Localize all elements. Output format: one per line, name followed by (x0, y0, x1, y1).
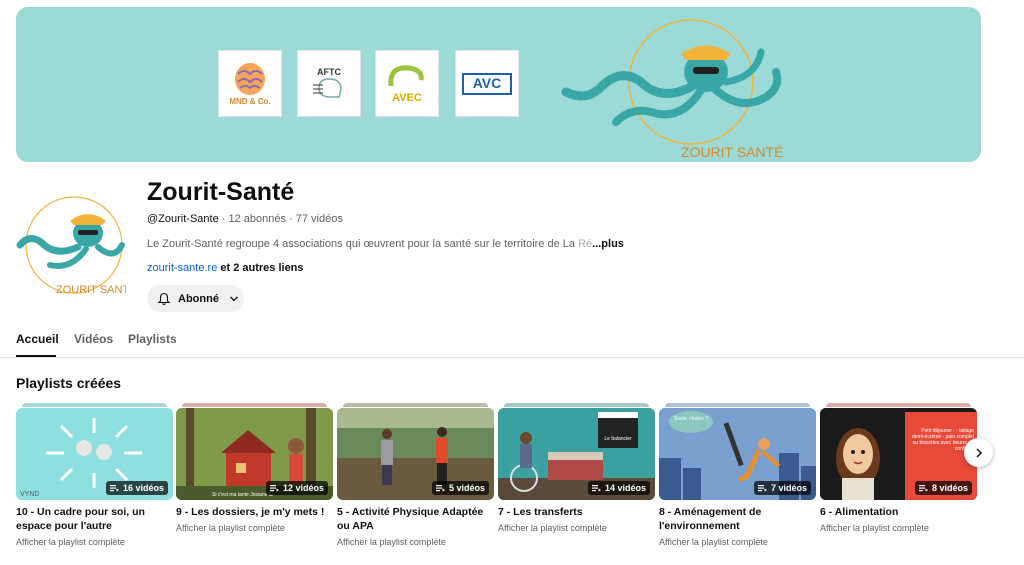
playlist-thumbnail[interactable]: Si c'est ma tante Josiane lu 12 vidéos (176, 408, 333, 500)
tab-playlists[interactable]: Playlists (128, 332, 177, 346)
channel-handle: @Zourit-Sante (147, 213, 219, 225)
avatar-text: ZOURIT SANTÉ (56, 283, 126, 296)
active-tab-indicator (16, 355, 56, 357)
chevron-right-icon (975, 447, 982, 458)
thumbnail-caption: Si c'est ma tante Josiane lu (212, 492, 273, 498)
channel-stats: · 12 abonnés · 77 vidéos (218, 213, 343, 225)
channel-meta: @Zourit-Sante · 12 abonnés · 77 vidéos (147, 213, 343, 225)
playlist-title[interactable]: 9 - Les dossiers, je m'y mets ! (176, 505, 333, 519)
playlist-thumbnail[interactable]: 5 vidéos (337, 408, 494, 500)
tab-videos[interactable]: Vidéos (74, 332, 113, 346)
svg-text:VYND: VYND (20, 491, 39, 498)
view-playlist-link[interactable]: Afficher la playlist complète (176, 523, 285, 533)
playlist-icon (109, 485, 119, 492)
collectif-avec-logo: AVEC (375, 50, 439, 117)
view-playlist-link[interactable]: Afficher la playlist complète (337, 537, 446, 547)
tab-accueil[interactable]: Accueil (16, 332, 59, 346)
section-title: Playlists créées (16, 375, 122, 391)
playlist-title[interactable]: 5 - Activité Physique Adaptée ou APA (337, 505, 494, 533)
video-count-badge: 8 vidéos (914, 481, 972, 495)
video-count-badge: 7 vidéos (753, 481, 811, 495)
bell-icon (157, 292, 171, 305)
channel-description[interactable]: Le Zourit-Santé regroupe 4 associations … (147, 238, 624, 250)
head-icon (313, 78, 342, 99)
channel-tabs: Accueil Vidéos Playlists (0, 324, 1024, 358)
chevron-down-icon (229, 296, 238, 301)
france-avc-logo: AVC (455, 50, 519, 117)
video-count-badge: 5 vidéos (431, 481, 489, 495)
playlist-icon (757, 485, 767, 492)
brain-icon (235, 63, 265, 96)
channel-links: zourit-sante.re et 2 autres liens (147, 262, 304, 274)
playlist-title[interactable]: 10 - Un cadre pour soi, un espace pour l… (16, 505, 173, 533)
video-count-badge: 14 vidéos (587, 481, 650, 495)
view-playlist-link[interactable]: Afficher la playlist complète (498, 523, 607, 533)
playlist-icon (269, 485, 279, 492)
octopus-mascot-icon: ZOURIT SANTÉ (561, 19, 783, 160)
view-playlist-link[interactable]: Afficher la playlist complète (659, 537, 768, 547)
avatar[interactable]: ZOURIT SANTÉ (16, 195, 126, 300)
playlist-title[interactable]: 6 - Alimentation (820, 505, 977, 519)
playlist-title[interactable]: 8 - Aménagement de l'environnement (659, 505, 816, 533)
playlist-icon (591, 485, 601, 492)
channel-banner: MND & Co. AFTC AVEC AVC ZOURIT SANTÉ (16, 7, 981, 162)
clapper-text: Le balancier (604, 436, 632, 442)
view-playlist-link[interactable]: Afficher la playlist complète (820, 523, 929, 533)
video-count-badge: 12 vidéos (265, 481, 328, 495)
playlist-thumbnail[interactable]: Petit déjeuner : - laitage demi-écrémé -… (820, 408, 977, 500)
playlist-thumbnail[interactable]: Le balancier 14 vidéos (498, 408, 655, 500)
subscribed-button[interactable]: Abonné (147, 285, 244, 312)
subscribed-label: Abonné (178, 292, 219, 305)
video-count-badge: 16 vidéos (105, 481, 168, 495)
playlist-title[interactable]: 7 - Les transferts (498, 505, 655, 519)
playlist-thumbnail[interactable]: Suzie, chutes ? 7 vidéos (659, 408, 816, 500)
channel-name: Zourit-Santé (147, 178, 295, 206)
playlist-thumbnail[interactable]: VYND 16 vidéos (16, 408, 173, 500)
channel-website-link[interactable]: zourit-sante.re (147, 262, 217, 274)
aftc-logo: AFTC (297, 50, 361, 117)
speech-bubble-text: Suzie, chutes ? (673, 416, 709, 422)
view-playlist-link[interactable]: Afficher la playlist complète (16, 537, 125, 547)
collectif-swoosh-icon (388, 65, 424, 87)
other-links-button[interactable]: et 2 autres liens (217, 262, 303, 274)
mascot-text: ZOURIT SANTÉ (681, 144, 783, 160)
playlist-icon (918, 485, 928, 492)
carousel-next-button[interactable] (964, 438, 993, 467)
playlist-icon (435, 485, 445, 492)
mnd-logo: MND & Co. (218, 50, 282, 117)
more-button[interactable]: ...plus (592, 238, 624, 250)
